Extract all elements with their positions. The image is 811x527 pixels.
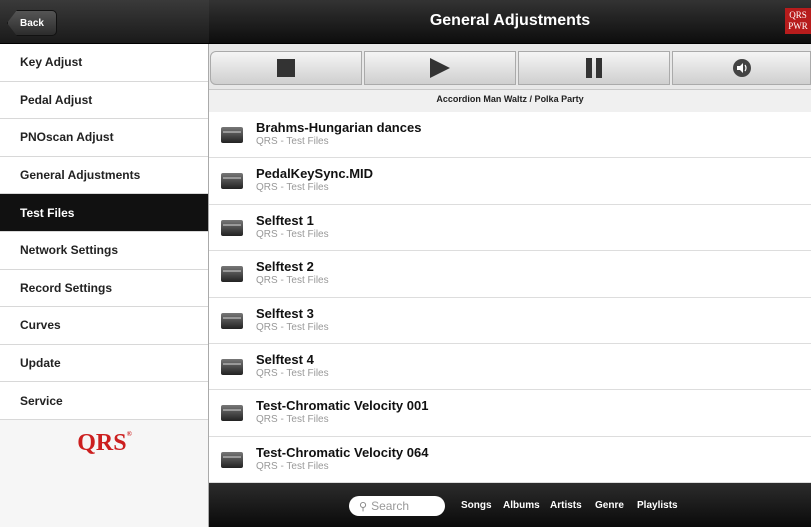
file-subtitle: QRS - Test Files: [256, 228, 329, 240]
qrs-logo: QRS®: [0, 430, 209, 457]
search-icon: ⚲: [359, 500, 368, 513]
now-playing-label: Accordion Man Waltz / Polka Party: [209, 90, 811, 112]
sidebar-item-key-adjust[interactable]: Key Adjust: [0, 44, 208, 82]
file-icon: [221, 358, 243, 375]
file-subtitle: QRS - Test Files: [256, 275, 329, 287]
list-item[interactable]: Selftest 2 QRS - Test Files: [209, 251, 811, 298]
list-item[interactable]: Selftest 1 QRS - Test Files: [209, 205, 811, 252]
sidebar-item-pnoscan-adjust[interactable]: PNOscan Adjust: [0, 119, 208, 157]
file-subtitle: QRS - Test Files: [256, 136, 329, 147]
qrs-logo-text: QRS: [77, 430, 127, 456]
file-icon: [221, 451, 243, 468]
back-button[interactable]: Back: [7, 10, 57, 36]
search-placeholder: Search: [371, 499, 410, 513]
main-header: General Adjustments QRS PWR: [209, 0, 811, 44]
file-subtitle: QRS - Test Files: [256, 460, 329, 472]
filter-playlists[interactable]: Playlists: [637, 500, 678, 511]
list-item[interactable]: Selftest 4 QRS - Test Files: [209, 344, 811, 391]
filter-artists[interactable]: Artists: [550, 500, 582, 511]
file-list: Brahms-Hungarian dances QRS - Test Files…: [209, 112, 811, 484]
page-title: General Adjustments: [429, 12, 591, 29]
file-subtitle: QRS - Test Files: [256, 321, 329, 333]
search-input[interactable]: ⚲ Search: [349, 496, 445, 516]
transport-controls: [209, 44, 811, 90]
badge-line-2: PWR: [788, 21, 808, 31]
file-title: Selftest 4: [256, 351, 314, 367]
file-icon: [221, 219, 243, 236]
filter-albums[interactable]: Albums: [503, 500, 540, 511]
sidebar-item-update[interactable]: Update: [0, 344, 208, 383]
sidebar-item-record-settings[interactable]: Record Settings: [0, 269, 208, 308]
list-item[interactable]: Brahms-Hungarian dances QRS - Test Files: [209, 112, 811, 159]
volume-icon: [732, 59, 751, 77]
sidebar-header: Back: [0, 0, 209, 44]
file-icon: [221, 405, 243, 422]
play-button[interactable]: [364, 51, 516, 85]
file-icon: [221, 173, 243, 190]
file-subtitle: QRS - Test Files: [256, 367, 329, 379]
list-item[interactable]: Test-Chromatic Velocity 064 QRS - Test F…: [209, 437, 811, 484]
sidebar-item-service[interactable]: Service: [0, 382, 208, 420]
file-icon: [221, 127, 243, 143]
file-subtitle: QRS - Test Files: [256, 182, 329, 194]
file-title: Test-Chromatic Velocity 001: [256, 398, 429, 414]
list-item[interactable]: Test-Chromatic Velocity 001 QRS - Test F…: [209, 390, 811, 437]
file-icon: [221, 266, 243, 283]
file-title: Brahms-Hungarian dances: [256, 120, 422, 135]
badge-line-1: QRS: [789, 10, 807, 20]
sidebar-item-pedal-adjust[interactable]: Pedal Adjust: [0, 81, 208, 120]
filter-genre[interactable]: Genre: [595, 500, 624, 511]
list-item[interactable]: PedalKeySync.MID QRS - Test Files: [209, 158, 811, 205]
pause-button[interactable]: [518, 51, 670, 85]
sidebar-item-general-adjustments[interactable]: General Adjustments: [0, 156, 208, 195]
filter-songs[interactable]: Songs: [461, 500, 492, 511]
stop-button[interactable]: [210, 51, 362, 85]
volume-button[interactable]: [672, 51, 811, 85]
pause-icon: [586, 58, 602, 78]
file-title: Selftest 1: [256, 212, 314, 228]
file-subtitle: QRS - Test Files: [256, 414, 329, 426]
sidebar-item-curves[interactable]: Curves: [0, 307, 208, 345]
stop-icon: [277, 59, 295, 77]
qrs-pwr-badge: QRS PWR: [785, 8, 811, 34]
sidebar-item-test-files[interactable]: Test Files: [0, 194, 208, 232]
play-icon: [430, 58, 450, 78]
file-title: Test-Chromatic Velocity 064: [256, 444, 429, 460]
file-title: PedalKeySync.MID: [256, 166, 374, 182]
file-title: Selftest 2: [256, 259, 314, 275]
list-item[interactable]: Selftest 3 QRS - Test Files: [209, 298, 811, 344]
bottom-toolbar: ⚲ Search Songs Albums Artists Genre Play…: [209, 483, 811, 527]
sidebar-item-network-settings[interactable]: Network Settings: [0, 231, 208, 270]
file-icon: [221, 312, 243, 329]
registered-mark: ®: [126, 430, 132, 438]
file-title: Selftest 3: [256, 305, 314, 321]
